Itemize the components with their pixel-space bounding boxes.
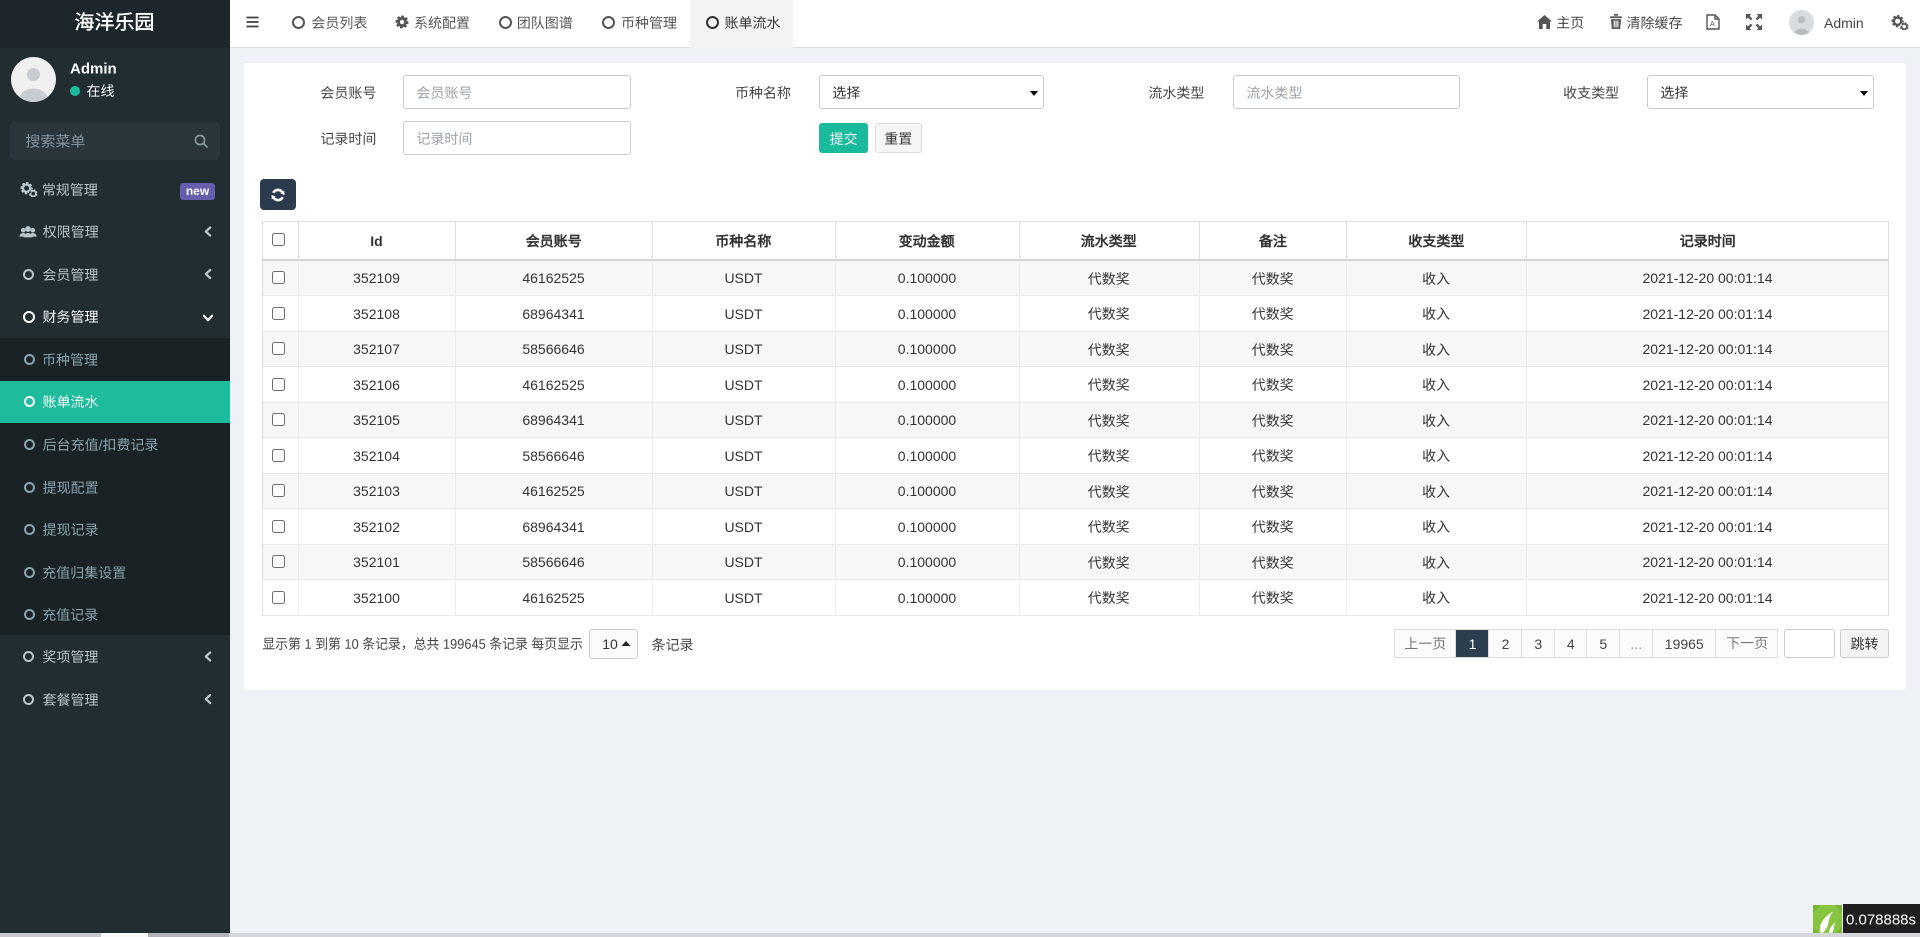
svg-text:A: A [1710, 21, 1715, 28]
